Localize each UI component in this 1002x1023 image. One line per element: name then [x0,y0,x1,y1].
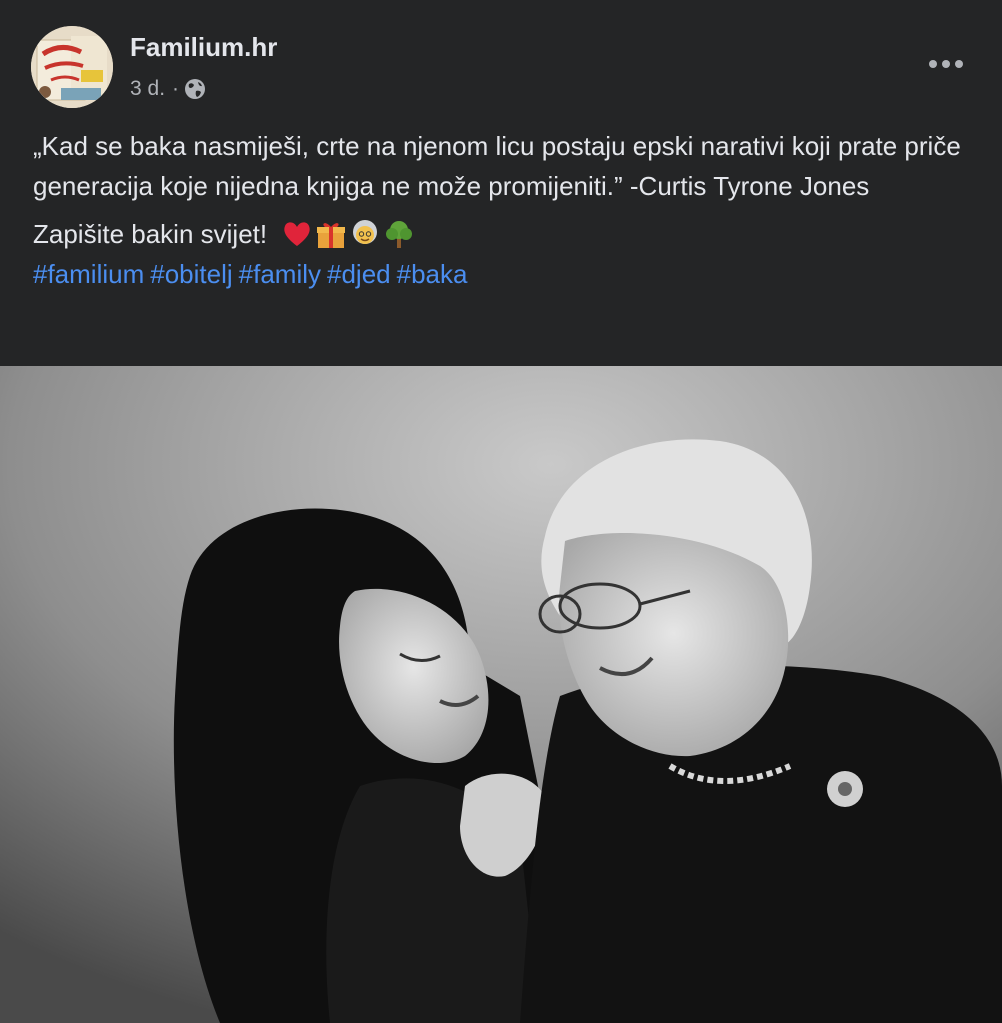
post-photo[interactable] [0,366,1002,1023]
post-cta-line: Zapišite bakin svijet! [33,214,983,254]
grandmother-icon [353,220,378,244]
globe-icon[interactable] [184,78,206,100]
post-header: Familium.hr 3 d. · [0,0,1002,120]
page-avatar[interactable] [31,26,113,108]
more-options-button[interactable] [918,46,974,82]
post-text: „Kad se baka nasmiješi, crte na njenom l… [33,126,983,294]
hashtag-link[interactable]: #baka [397,259,468,289]
hashtag-list: #familium #obitelj #family #djed #baka [33,254,983,294]
hashtag-link[interactable]: #obitelj [150,259,232,289]
red-heart-icon [284,222,310,246]
post-cta: Zapišite bakin svijet! [33,219,268,249]
hashtag-link[interactable]: #family [239,259,321,289]
hashtag-link[interactable]: #familium [33,259,144,289]
page-name[interactable]: Familium.hr [130,32,277,63]
facebook-post: Familium.hr 3 d. · „Kad se baka nasmiješ… [0,0,1002,1023]
hashtag-link[interactable]: #djed [327,259,391,289]
post-timestamp[interactable]: 3 d. [130,77,165,101]
post-meta: 3 d. · [130,74,206,104]
tree-icon [386,221,413,248]
book-cover-logo [31,26,113,108]
gift-icon [317,223,346,248]
meta-separator: · [172,77,180,100]
more-horizontal-icon [929,60,963,68]
grandmother-granddaughter-photo [0,366,1002,1023]
post-quote: „Kad se baka nasmiješi, crte na njenom l… [33,131,961,201]
